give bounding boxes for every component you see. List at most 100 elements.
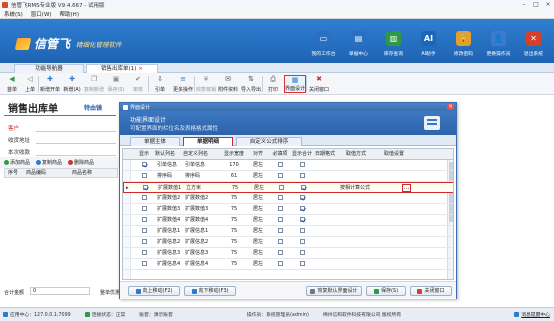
grid-row[interactable]: 扩展信息4 扩展信息4 75 居左 (123, 259, 453, 270)
required-checkbox[interactable] (277, 217, 283, 222)
cell-width[interactable]: 75 (222, 183, 248, 193)
sum-checkbox[interactable] (299, 228, 305, 233)
move-down-button[interactable]: 向下移动(F3) (184, 286, 236, 296)
cell-width[interactable]: 75 (221, 204, 247, 214)
cell-custom[interactable]: 扩展数值4 (185, 215, 223, 225)
document-center-button[interactable]: ▤ 单据中心 (342, 23, 375, 59)
grid-row[interactable]: 扩展信息1 扩展信息1 75 居左 (123, 226, 453, 237)
cell-width[interactable]: 61 (221, 171, 247, 181)
tab-sales-outbound[interactable]: 销售出库单(1) × (86, 64, 158, 73)
cell-custom[interactable]: 引单信息 (185, 160, 223, 170)
show-checkbox-cell[interactable] (133, 248, 155, 258)
show-checkbox[interactable] (141, 261, 147, 266)
show-checkbox-cell[interactable] (133, 204, 155, 214)
required-checkbox[interactable] (277, 173, 283, 178)
cell-width[interactable]: 75 (221, 259, 247, 269)
value-setting-ellipsis-button[interactable]: … (402, 183, 411, 192)
required-checkbox[interactable] (277, 195, 283, 200)
sum-checkbox[interactable] (299, 217, 305, 222)
sum-checkbox[interactable] (299, 206, 305, 211)
grid-row[interactable]: 扩展数值4 扩展数值4 75 居左 (123, 215, 453, 226)
show-checkbox[interactable] (141, 239, 147, 244)
toolbar-button-10[interactable]: ✉ 附件资料 (218, 75, 238, 93)
cell-value-mode[interactable] (339, 204, 377, 214)
sum-value-field[interactable]: 0 (30, 287, 90, 295)
sum-checkbox-cell[interactable] (291, 259, 313, 269)
sum-checkbox[interactable] (299, 173, 305, 178)
sum-checkbox-cell[interactable] (291, 215, 313, 225)
cell-custom[interactable]: 扩展信息2 (185, 237, 223, 247)
required-checkbox[interactable] (277, 250, 283, 255)
show-checkbox-cell[interactable] (133, 160, 155, 170)
cell-value-mode[interactable]: 按相计算公式 (340, 183, 378, 193)
minimize-icon[interactable]: – (520, 1, 528, 8)
sum-checkbox[interactable] (299, 261, 305, 266)
cell-width[interactable]: 75 (221, 237, 247, 247)
toolbar-button-7[interactable]: ⇩ 引单 (150, 75, 170, 93)
toolbar-button-14[interactable]: ✖ 关闭窗口 (308, 75, 330, 93)
required-checkbox-cell[interactable] (269, 259, 291, 269)
show-checkbox-cell[interactable] (133, 237, 155, 247)
close-dialog-button[interactable]: 关闭窗口 (410, 286, 452, 296)
tab-function-navigator[interactable]: 功能导航器 (14, 64, 84, 73)
tab-document-main[interactable]: 单据主体 (130, 137, 180, 146)
show-checkbox[interactable] (141, 206, 147, 211)
required-checkbox[interactable] (277, 162, 283, 167)
cell-value-mode[interactable] (339, 237, 377, 247)
show-checkbox[interactable] (141, 228, 147, 233)
toolbar-button-5[interactable]: ▣ 保存(S) (106, 75, 126, 93)
customer-field[interactable] (36, 131, 116, 132)
grid-row[interactable]: 扩展数值2 扩展数值2 75 居左 (123, 193, 453, 204)
save-button[interactable]: 保存(S) (366, 286, 406, 296)
maximize-icon[interactable]: □ (532, 1, 540, 8)
toolbar-button-13[interactable]: ▦ 界面设计 (284, 75, 306, 93)
cell-value-mode[interactable] (339, 226, 377, 236)
show-checkbox-cell[interactable] (133, 171, 155, 181)
shipping-address-field[interactable] (36, 143, 116, 144)
toolbar-button-2[interactable]: ✚ 新增开单 (40, 75, 60, 93)
close-icon[interactable]: × (544, 1, 552, 8)
add-item-button[interactable]: 添加商品 (4, 159, 30, 166)
sum-checkbox[interactable] (299, 162, 305, 167)
menu-system[interactable]: 系统(S) (4, 10, 23, 18)
move-up-button[interactable]: 向上移动(F2) (128, 286, 180, 296)
required-checkbox[interactable] (277, 206, 283, 211)
sum-checkbox[interactable] (299, 250, 305, 255)
required-checkbox-cell[interactable] (269, 160, 291, 170)
sum-checkbox[interactable] (299, 239, 305, 244)
sum-checkbox-cell[interactable] (291, 248, 313, 258)
show-checkbox-cell[interactable] (133, 215, 155, 225)
toolbar-button-6[interactable]: ✔ 审核 (128, 75, 148, 93)
cell-value-mode[interactable] (339, 215, 377, 225)
required-checkbox-cell[interactable] (269, 248, 291, 258)
required-checkbox-cell[interactable] (269, 237, 291, 247)
copy-item-button[interactable]: 复制商品 (36, 159, 62, 166)
grid-row[interactable]: 排序码 排序码 61 居左 (123, 171, 453, 182)
toolbar-button-0[interactable]: ◀ 首单 (4, 75, 20, 93)
menu-help[interactable]: 帮助(H) (60, 10, 79, 18)
show-checkbox-cell[interactable] (134, 183, 156, 193)
cell-custom[interactable]: 扩展数值2 (185, 193, 223, 203)
cell-width[interactable]: 75 (221, 226, 247, 236)
tab-close-icon[interactable]: × (138, 66, 143, 72)
toolbar-button-4[interactable]: ❐ 复制新增 (84, 75, 104, 93)
required-checkbox[interactable] (277, 239, 283, 244)
ai-assistant-button[interactable]: AI AI助手 (412, 23, 445, 59)
dialog-close-icon[interactable]: × (447, 103, 454, 110)
exit-button[interactable]: ✕ 退出系统 (517, 23, 550, 59)
cell-custom[interactable]: 扩展信息4 (185, 259, 223, 269)
payment-field[interactable] (36, 155, 116, 156)
cell-value-mode[interactable] (339, 259, 377, 269)
required-checkbox[interactable] (278, 185, 284, 190)
cell-width[interactable]: 75 (221, 248, 247, 258)
cell-custom[interactable]: 扩展数值3 (185, 204, 223, 214)
show-checkbox-cell[interactable] (133, 226, 155, 236)
cell-width[interactable]: 75 (221, 215, 247, 225)
cell-value-mode[interactable] (339, 193, 377, 203)
sum-checkbox-cell[interactable] (291, 204, 313, 214)
toolbar-button-1[interactable]: ◁ 上单 (22, 75, 38, 93)
required-checkbox-cell[interactable] (269, 204, 291, 214)
toolbar-button-11[interactable]: ⇅ 导入导出 (240, 75, 262, 93)
required-checkbox-cell[interactable] (270, 183, 292, 193)
lock-button[interactable]: 🔒 修改密码 (447, 23, 480, 59)
